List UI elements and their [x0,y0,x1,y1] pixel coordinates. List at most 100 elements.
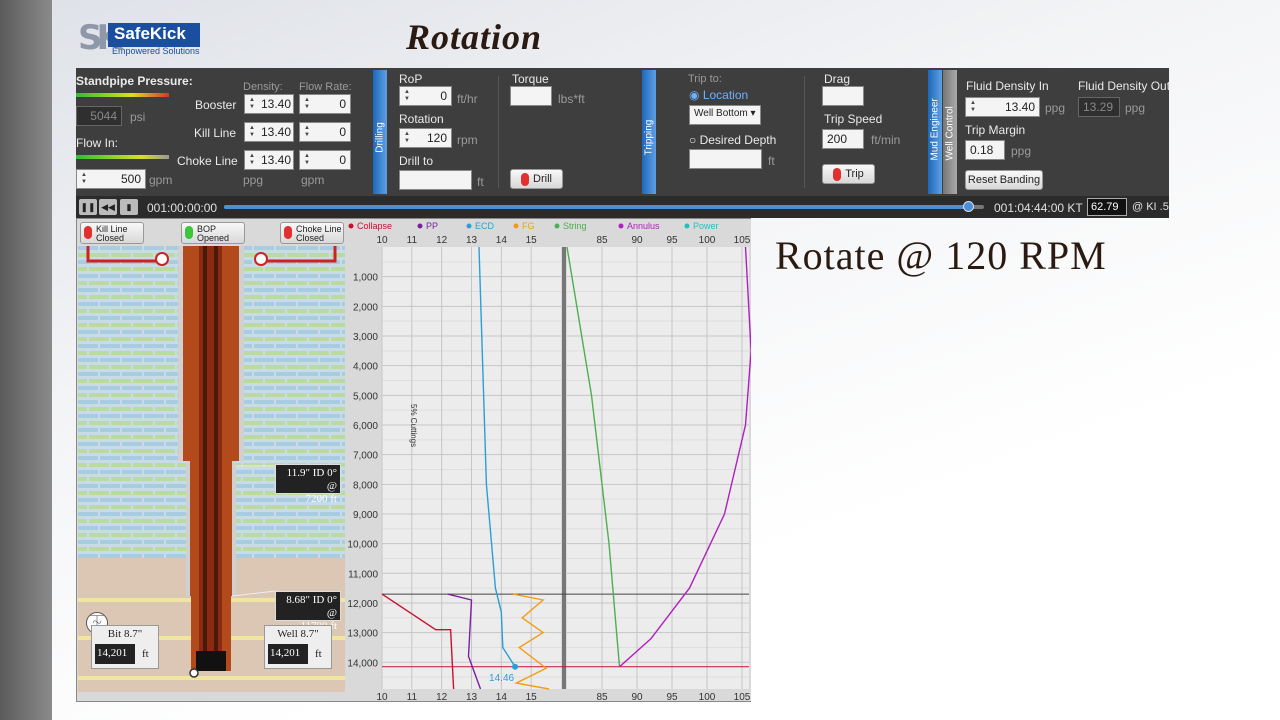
well-depth-unit: ft [315,648,322,660]
well-control-tab[interactable]: Well Control [943,70,957,194]
left-edge-bar [0,0,52,720]
depth-tick-label: 2,000 [353,302,378,313]
kill-line-density-stepper[interactable]: ▲ ▼ 13.40 [244,122,294,142]
bit-depth-unit: ft [142,648,149,660]
kill-line-valve-button[interactable]: Kill Line Closed [80,222,144,244]
depth-tick-label: 14,000 [347,658,378,669]
rop-unit: ft/hr [457,92,478,106]
legend-label: Annulus [627,221,660,231]
depth-tick-label: 12,000 [347,599,378,610]
legend-marker [554,223,560,229]
well-depth-value: 14,201 [268,644,308,664]
fluid-out-value: 13.29 [1078,97,1120,117]
depth-tick-label: 13,000 [347,629,378,640]
trip-to-label: Trip to: [688,73,722,85]
location-select[interactable]: Well Bottom ▾ [689,105,761,125]
drag-label: Drag [824,72,851,86]
depth-chart: 1,000 2,000 3,000 4,000 5,000 6,000 7,000 8,000… [345,219,751,701]
density-header: Density: [243,81,283,93]
drill-to-input[interactable] [399,170,472,190]
reset-banding-button[interactable]: Reset Banding [965,170,1043,190]
bop-valve-button[interactable]: BOP Opened [181,222,245,244]
kill-line-label: Kill Line [194,126,237,140]
trip-margin-input[interactable]: 0.18 [965,140,1005,160]
x-tick-label-bottom: 14 [496,692,508,701]
x-tick-label-top: 12 [436,235,448,246]
legend-label: PP [426,221,438,231]
legend-label: Power [693,221,719,231]
fluid-in-unit: ppg [1045,101,1066,115]
choke-line-label: Choke Line [177,154,238,168]
x-tick-label-bottom: 10 [376,692,388,701]
mud-engineer-tab[interactable]: Mud Engineer [928,70,942,194]
timeline-track[interactable] [224,201,984,212]
x-tick-label-bottom: 85 [596,692,608,701]
timeline-progress [224,205,969,209]
standpipe-label: Standpipe Pressure: [76,74,193,88]
drill-button[interactable]: Drill [510,169,563,189]
legend-marker [348,223,354,229]
desired-depth-unit: ft [768,154,775,168]
logo-text: SafeKick [108,23,200,47]
trip-speed-input[interactable]: 200 [822,129,864,149]
depth-tick-label: 1,000 [353,273,378,284]
bit-depth-value: 14,201 [95,644,135,664]
right-plot-area [567,247,749,689]
depth-tick-label: 6,000 [353,421,378,432]
drilling-tab[interactable]: Drilling [373,70,387,194]
choke-line-valve-button[interactable]: Choke Line Closed [280,222,344,244]
depth-tick-label: 11,000 [348,569,378,580]
booster-rate-stepper[interactable]: ▲ ▼ 0 [299,94,351,114]
trip-margin-label: Trip Margin [965,123,1026,137]
flow-in-stepper[interactable]: ▲ ▼ 500 [76,169,146,189]
x-tick-label-top: 85 [596,235,608,246]
rop-label: RoP [399,72,423,86]
x-tick-label-top: 90 [631,235,643,246]
trip-button[interactable]: Trip [822,164,875,184]
kill-line-rate-stepper[interactable]: ▲ ▼ 0 [299,122,351,142]
booster-density-stepper[interactable]: ▲ ▼ 13.40 [244,94,294,114]
drill-to-label: Drill to [399,154,434,168]
location-radio[interactable]: ◉ Location [689,88,748,102]
fluid-out-label: Fluid Density Out [1078,79,1171,93]
x-tick-label-bottom: 105 [734,692,751,701]
x-tick-label-bottom: 12 [436,692,448,701]
slide-title: Rotation [406,17,543,57]
x-tick-label-bottom: 90 [631,692,643,701]
divider [498,76,499,188]
pause-icon[interactable]: ❚❚ [79,199,97,215]
x-tick-label-bottom: 100 [699,692,716,701]
step-icon[interactable]: ▮ [120,199,138,215]
drill-to-unit: ft [477,175,484,189]
legend-marker [417,223,423,229]
drag-value [822,86,864,106]
rewind-icon[interactable]: ◀◀ [99,199,117,215]
x-tick-label-top: 13 [466,235,478,246]
x-tick-label-top: 105 [734,235,751,246]
legend-label: String [563,221,587,231]
timeline-knob[interactable] [962,201,974,212]
x-tick-label-top: 10 [376,235,388,246]
start-time: 001:00:00:00 [147,201,218,215]
cuttings-annotation: 5% Cuttings [409,404,418,447]
desired-depth-input[interactable] [689,149,762,169]
playback-bar: ❚❚ ◀◀ ▮ 001:00:00:00 001:04:44:00 KT 62.… [76,196,1169,218]
choke-line-density-stepper[interactable]: ▲ ▼ 13.40 [244,150,294,170]
rotation-stepper[interactable]: ▲ ▼ 120 [399,128,452,148]
desired-depth-radio[interactable]: ○ Desired Depth [689,133,776,147]
legend-marker [513,223,519,229]
fluid-in-stepper[interactable]: ▲ ▼ 13.40 [965,97,1040,117]
standpipe-value: 5044 [76,106,122,126]
rop-stepper[interactable]: ▲ ▼ 0 [399,86,452,106]
x-tick-label-top: 14 [496,235,508,246]
x-tick-label-bottom: 15 [526,692,538,701]
x-tick-label-top: 15 [526,235,538,246]
flowrate-header: Flow Rate: [299,81,352,93]
end-time: 001:04:44:00 KT [994,201,1083,215]
legend-marker [684,223,690,229]
choke-line-rate-stepper[interactable]: ▲ ▼ 0 [299,150,351,170]
ecd-value-label: 14.46 [489,673,514,684]
depth-tick-label: 9,000 [353,510,378,521]
torque-value [510,86,552,106]
tripping-tab[interactable]: Tripping [642,70,656,194]
